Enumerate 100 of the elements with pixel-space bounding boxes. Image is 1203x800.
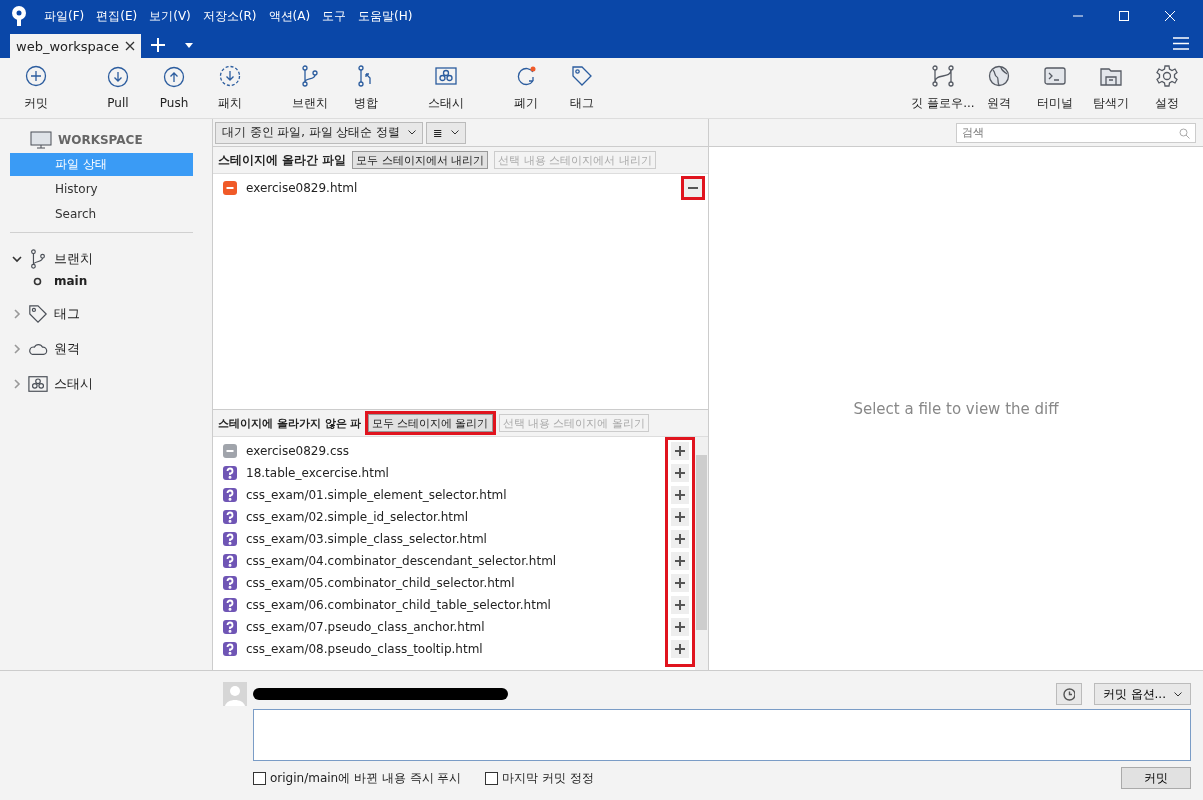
toolbar-button[interactable]: 패치	[202, 64, 258, 112]
terminal-icon	[1044, 64, 1066, 87]
plus-icon	[675, 644, 685, 654]
menu-icon[interactable]	[1173, 37, 1189, 50]
close-icon[interactable]	[125, 41, 135, 51]
sidebar-section[interactable]: 스태시	[54, 374, 93, 393]
up-arrow-circle-icon	[163, 66, 185, 88]
history-button[interactable]	[1055, 683, 1082, 705]
commit-options-dropdown[interactable]: 커밋 옵션...	[1093, 683, 1191, 705]
plus-icon	[675, 600, 685, 610]
commit-button[interactable]: 커밋	[1121, 767, 1191, 789]
stage-file-button[interactable]	[671, 552, 689, 570]
chevron-right-icon[interactable]	[12, 308, 22, 319]
git-flow-icon	[932, 64, 954, 87]
plus-icon	[675, 512, 685, 522]
checkbox[interactable]	[253, 771, 266, 785]
toolbar-button[interactable]: 폐기	[498, 64, 554, 112]
view-dropdown[interactable]: ≣	[425, 121, 466, 144]
toolbar-button[interactable]: Pull	[90, 66, 146, 110]
chevron-right-icon[interactable]	[12, 343, 22, 354]
menu-item[interactable]: 파일(F)	[44, 7, 85, 25]
toolbar-button[interactable]: 스태시	[418, 64, 474, 112]
file-name[interactable]: css_exam/07.pseudo_class_anchor.html	[246, 620, 485, 634]
plus-circle-icon	[25, 64, 47, 87]
stage-file-button[interactable]	[671, 530, 689, 548]
menu-item[interactable]: 도움말(H)	[358, 7, 413, 25]
caret-icon[interactable]	[185, 43, 193, 48]
branch-dot-icon	[33, 276, 42, 286]
avatar-icon	[223, 682, 247, 706]
menu-item[interactable]: 저장소(R)	[202, 7, 257, 25]
checkbox-label[interactable]: 마지막 커밋 정정	[502, 769, 595, 787]
checkbox-label[interactable]: origin/main에 바뀐 내용 즉시 푸시	[270, 769, 462, 787]
checkbox[interactable]	[485, 771, 499, 785]
toolbar-button[interactable]: 브랜치	[282, 64, 338, 112]
sidebar-item[interactable]: History	[10, 178, 193, 201]
menu-item[interactable]: 보기(V)	[149, 7, 191, 25]
sidebar-section[interactable]: 태그	[54, 304, 80, 323]
stash-icon	[435, 64, 457, 87]
search-field[interactable]: 검색	[956, 122, 1196, 143]
file-name[interactable]: css_exam/05.combinator_child_selector.html	[246, 576, 515, 590]
toolbar-button[interactable]: Push	[146, 66, 202, 110]
plus-icon	[675, 446, 685, 456]
minus-icon	[688, 187, 698, 189]
file-name[interactable]: exercise0829.css	[246, 444, 349, 458]
settings-icon	[1156, 64, 1178, 87]
toolbar-button[interactable]: 터미널	[1027, 64, 1083, 112]
stage-file-button[interactable]	[671, 574, 689, 592]
chevron-down-icon[interactable]	[12, 253, 22, 264]
sidebar-section[interactable]: 브랜치	[54, 249, 93, 268]
file-name[interactable]: 18.table_excercise.html	[246, 466, 389, 480]
stash-icon	[28, 373, 48, 394]
stage-file-button[interactable]	[671, 464, 689, 482]
panel-title: 스테이지에 올라간 파일	[218, 152, 346, 168]
clock-icon	[1062, 687, 1075, 701]
unstage-button[interactable]: 모두 스테이지에서 내리기	[352, 151, 488, 169]
repository-tab[interactable]: web_workspace	[10, 34, 141, 58]
menu-item[interactable]: 액션(A)	[268, 7, 311, 25]
plus-icon	[675, 534, 685, 544]
file-name[interactable]: css_exam/01.simple_element_selector.html	[246, 488, 507, 502]
chevron-down-icon	[450, 130, 459, 135]
chevron-down-icon	[407, 130, 416, 135]
file-name[interactable]: css_exam/04.combinator_descendant_selector.html	[246, 554, 557, 568]
menu-item[interactable]: 도구	[322, 7, 347, 25]
plus-icon[interactable]	[151, 38, 165, 52]
toolbar-button[interactable]: 병합	[338, 64, 394, 112]
commit-message-field[interactable]	[253, 709, 1191, 761]
file-name[interactable]: css_exam/03.simple_class_selector.html	[246, 532, 487, 546]
stage-file-button[interactable]	[671, 508, 689, 526]
workspace-heading: WORKSPACE	[58, 133, 143, 147]
branch-item[interactable]: main	[54, 274, 88, 288]
toolbar-button[interactable]: 탐색기	[1083, 64, 1139, 112]
branch-icon	[28, 248, 48, 269]
sort-dropdown[interactable]: 대기 중인 파일, 파일 상태순 정렬	[215, 121, 423, 144]
stage-file-button[interactable]	[671, 596, 689, 614]
stage-file-button[interactable]	[671, 640, 689, 658]
toolbar-button[interactable]: 커밋	[8, 64, 64, 112]
sidebar-item[interactable]: Search	[10, 203, 193, 226]
stage-button[interactable]: 모두 스테이지에 올리기	[367, 414, 493, 432]
toolbar-button[interactable]: 설정	[1139, 64, 1195, 112]
search-icon	[1179, 127, 1190, 139]
tag-icon	[571, 64, 593, 87]
scrollbar[interactable]	[695, 437, 708, 670]
empty-diff-message: Select a file to view the diff	[853, 399, 1059, 418]
toolbar-button[interactable]: 태그	[554, 64, 610, 112]
branch-icon	[299, 64, 321, 87]
file-name[interactable]: css_exam/02.simple_id_selector.html	[246, 510, 469, 524]
monitor-icon	[30, 131, 52, 149]
maximize-icon[interactable]	[1118, 10, 1130, 22]
unstage-file-button[interactable]	[684, 179, 702, 197]
stage-file-button[interactable]	[671, 618, 689, 636]
file-name[interactable]: exercise0829.html	[246, 181, 358, 195]
file-name[interactable]: css_exam/06.combinator_child_table_selector.html	[246, 598, 551, 612]
file-name[interactable]: css_exam/08.pseudo_class_tooltip.html	[246, 642, 483, 656]
stage-file-button[interactable]	[671, 486, 689, 504]
chevron-right-icon[interactable]	[12, 378, 22, 389]
sidebar-section[interactable]: 원격	[54, 339, 80, 358]
app-logo-icon	[10, 5, 28, 27]
chevron-down-icon	[1174, 691, 1182, 697]
stage-file-button[interactable]	[671, 442, 689, 460]
menu-item[interactable]: 편집(E)	[96, 7, 138, 25]
